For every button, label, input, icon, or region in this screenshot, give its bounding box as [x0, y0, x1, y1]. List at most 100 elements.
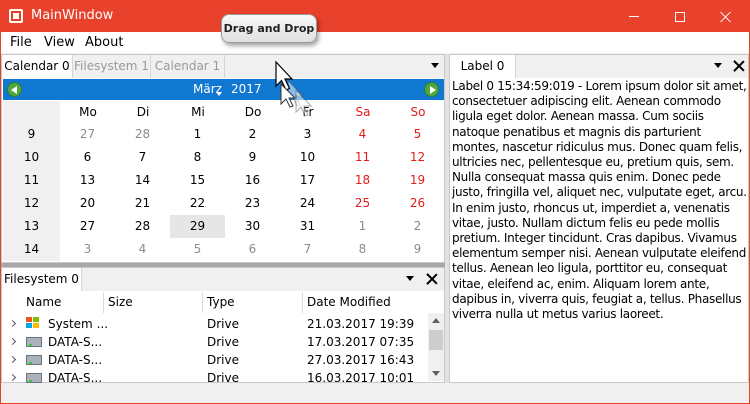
- column-header-size[interactable]: Size: [104, 292, 203, 313]
- menu-view[interactable]: View: [44, 35, 75, 50]
- calendar-day[interactable]: 1: [170, 123, 225, 146]
- label-tab-bar: Label 0: [450, 55, 748, 78]
- file-type: Drive: [207, 317, 239, 331]
- expand-arrow-icon[interactable]: [8, 373, 17, 382]
- scroll-down-icon[interactable]: [432, 371, 440, 376]
- column-header-type[interactable]: Type: [203, 292, 303, 313]
- scroll-up-icon[interactable]: [432, 318, 440, 323]
- calendar-day[interactable]: 13: [60, 169, 115, 192]
- week-number: 13: [3, 215, 60, 238]
- table-row[interactable]: DATA-S... Drive 17.03.2017 07:35: [2, 333, 428, 351]
- filesystem-tab-bar: Filesystem 0: [2, 268, 444, 291]
- calendar-day[interactable]: 3: [280, 123, 335, 146]
- calendar-day[interactable]: 8: [335, 238, 390, 261]
- calendar-day[interactable]: 6: [60, 146, 115, 169]
- calendar-day[interactable]: 7: [280, 238, 335, 261]
- calendar-day[interactable]: 20: [60, 192, 115, 215]
- filesystem-dropdown-icon[interactable]: [406, 276, 414, 281]
- calendar-day[interactable]: 27: [60, 123, 115, 146]
- expand-arrow-icon[interactable]: [8, 319, 17, 328]
- maximize-button[interactable]: [657, 1, 703, 32]
- calendar-day[interactable]: 2: [390, 215, 445, 238]
- calendar-day[interactable]: 28: [115, 215, 170, 238]
- calendar-day[interactable]: 5: [170, 238, 225, 261]
- calendar-day[interactable]: 15: [170, 169, 225, 192]
- label-close-icon[interactable]: [733, 60, 745, 72]
- column-header-name[interactable]: Name: [22, 292, 104, 313]
- tab-filesystem-0[interactable]: Filesystem 0: [2, 268, 82, 291]
- calendar-day[interactable]: 30: [225, 215, 280, 238]
- calendar-day[interactable]: 9: [225, 146, 280, 169]
- tab-calendar-1[interactable]: Calendar 1: [151, 55, 225, 78]
- calendar-tab-bar: Calendar 0 Filesystem 1 Calendar 1: [2, 55, 444, 78]
- drag-drop-tooltip: Drag and Drop: [221, 14, 317, 43]
- calendar-day[interactable]: 19: [390, 169, 445, 192]
- calendar-day[interactable]: 5: [390, 123, 445, 146]
- month-dropdown-icon[interactable]: [216, 92, 222, 96]
- calendar-day[interactable]: 6: [225, 238, 280, 261]
- calendar-day[interactable]: 11: [335, 146, 390, 169]
- system-drive-icon-part: [26, 323, 32, 328]
- calendar-day[interactable]: 24: [280, 192, 335, 215]
- calendar-day[interactable]: 1: [335, 215, 390, 238]
- calendar-day[interactable]: 16: [225, 169, 280, 192]
- year-selector[interactable]: 2017: [231, 82, 262, 96]
- next-month-icon[interactable]: [424, 82, 439, 97]
- calendar-day[interactable]: 17: [280, 169, 335, 192]
- label-dropdown-icon[interactable]: [714, 63, 722, 68]
- calendar-day[interactable]: 14: [115, 169, 170, 192]
- menu-about[interactable]: About: [85, 35, 123, 50]
- file-type: Drive: [207, 353, 239, 367]
- file-date: 21.03.2017 19:39: [307, 317, 415, 331]
- maximize-icon: [675, 11, 685, 22]
- calendar-day[interactable]: 25: [335, 192, 390, 215]
- calendar-day[interactable]: 22: [170, 192, 225, 215]
- menu-file[interactable]: File: [10, 35, 32, 50]
- scroll-thumb[interactable]: [429, 330, 443, 350]
- file-date: 17.03.2017 07:35: [307, 335, 415, 349]
- calendar-day[interactable]: 31: [280, 215, 335, 238]
- system-drive-icon-part: [33, 317, 39, 322]
- calendar-day[interactable]: 4: [115, 238, 170, 261]
- window-title: MainWindow: [31, 8, 114, 23]
- tab-filesystem-1[interactable]: Filesystem 1: [73, 55, 151, 78]
- tab-calendar-0[interactable]: Calendar 0: [2, 55, 73, 78]
- column-header-date-modified[interactable]: Date Modified: [303, 292, 428, 313]
- tab-label-0[interactable]: Label 0: [450, 55, 516, 78]
- prev-month-icon[interactable]: [7, 82, 22, 97]
- calendar-day[interactable]: 7: [115, 146, 170, 169]
- table-row[interactable]: DATA-S... Drive 27.03.2017 16:43: [2, 351, 428, 369]
- calendar-day[interactable]: 4: [335, 123, 390, 146]
- title-bar[interactable]: MainWindow: [1, 1, 749, 32]
- calendar-day[interactable]: 21: [115, 192, 170, 215]
- calendar-dock: Calendar 0 Filesystem 1 Calendar 1 März …: [1, 54, 445, 263]
- calendar-day[interactable]: 8: [170, 146, 225, 169]
- expand-arrow-icon[interactable]: [8, 355, 17, 364]
- calendar-day[interactable]: 12: [390, 146, 445, 169]
- minimize-button[interactable]: [611, 1, 657, 32]
- calendar-day[interactable]: 2: [225, 123, 280, 146]
- calendar-day[interactable]: 23: [225, 192, 280, 215]
- calendar-day[interactable]: 3: [60, 238, 115, 261]
- tabs-dropdown-icon[interactable]: [431, 63, 439, 68]
- calendar-day[interactable]: 27: [60, 215, 115, 238]
- calendar-day[interactable]: 26: [390, 192, 445, 215]
- week-number: 10: [3, 146, 60, 169]
- table-row[interactable]: System ... Drive 21.03.2017 19:39: [2, 315, 428, 333]
- close-icon: [720, 11, 732, 23]
- calendar-day[interactable]: 10: [280, 146, 335, 169]
- calendar-day[interactable]: 9: [390, 238, 445, 261]
- calendar-day[interactable]: 29: [170, 215, 225, 238]
- calendar-navigation-bar: März 2017: [3, 79, 444, 100]
- filesystem-scrollbar[interactable]: [428, 313, 444, 381]
- weekday-header: Mi: [191, 105, 205, 119]
- week-number: 11: [3, 169, 60, 192]
- drive-icon: [26, 355, 42, 365]
- minimize-icon: [629, 16, 639, 17]
- file-type: Drive: [207, 335, 239, 349]
- calendar-day[interactable]: 18: [335, 169, 390, 192]
- expand-arrow-icon[interactable]: [8, 337, 17, 346]
- filesystem-close-icon[interactable]: [426, 273, 438, 285]
- close-button[interactable]: [703, 1, 749, 32]
- calendar-day[interactable]: 28: [115, 123, 170, 146]
